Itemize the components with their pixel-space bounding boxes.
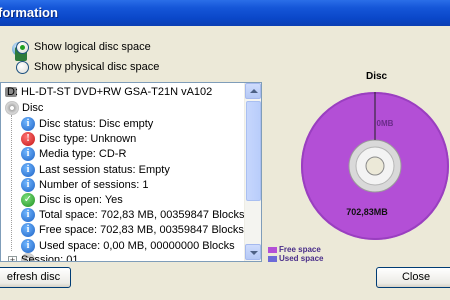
scroll-thumb[interactable]: [246, 101, 261, 201]
legend-used: Used space: [268, 254, 323, 263]
arrow-down-icon: [250, 251, 258, 255]
info-icon: i: [21, 177, 35, 192]
info-icon: i: [21, 117, 35, 131]
info-icon: i: [21, 238, 35, 253]
session-label: Session: 01: [21, 254, 79, 262]
disc-hub: [348, 139, 402, 193]
info-icon: i: [21, 223, 35, 238]
info-icon: i: [21, 208, 35, 223]
pie-slice-0: [301, 92, 449, 240]
expand-icon[interactable]: +: [8, 256, 17, 261]
ok-icon: ✓: [21, 193, 35, 207]
title-bar: formation: [0, 0, 450, 26]
scroll-down-button[interactable]: [245, 244, 261, 260]
disc-hole: [365, 156, 385, 176]
tree-connector: [11, 115, 12, 251]
chart-title: Disc: [366, 71, 388, 82]
disc-icon: [5, 101, 19, 115]
tree-scrollbar[interactable]: [244, 83, 261, 261]
disc-info-tree[interactable]: D: HL-DT-ST DVD+RW GSA-T21N vA102 Disc i…: [0, 82, 262, 262]
disc-info-dialog: Show logical disc space Show physical di…: [0, 26, 450, 300]
legend-free-label: Free space: [279, 245, 321, 254]
close-button[interactable]: Close: [376, 267, 450, 288]
tree-item-text: Disc is open: Yes: [39, 194, 123, 206]
tree-item-text: Disc type: Unknown: [39, 133, 137, 146]
legend-used-label: Used space: [279, 254, 324, 263]
drive-label: D: HL-DT-ST DVD+RW GSA-T21N vA102: [7, 86, 213, 98]
disc-label: Disc: [22, 102, 44, 114]
legend-free-swatch: [268, 246, 277, 253]
physical-space-label[interactable]: Show physical disc space: [34, 61, 159, 73]
tree-item-text: Disc status: Disc empty: [39, 118, 154, 130]
free-space-data-label: 702,83MB: [346, 207, 388, 217]
window-title: formation: [0, 5, 58, 20]
legend-used-swatch: [268, 255, 277, 262]
tree-item-text: Media type: CD-R: [39, 148, 127, 161]
info-icon: i: [21, 162, 35, 177]
tree-item-text: Total space: 702,83 MB, 00359847 Blocks: [39, 209, 245, 222]
disc-hub-inner: [355, 146, 395, 186]
tree-item-text: Free space: 702,83 MB, 00359847 Blocks: [39, 224, 244, 237]
disc-rim: [301, 92, 449, 240]
arrow-up-icon: [250, 89, 258, 93]
physical-space-radio[interactable]: [16, 61, 29, 74]
logical-space-label[interactable]: Show logical disc space: [34, 41, 151, 53]
logical-space-radio[interactable]: [16, 41, 29, 54]
used-space-data-label: 0MB: [377, 119, 394, 128]
refresh-disc-button[interactable]: efresh disc: [0, 267, 71, 288]
tree-item-text: Number of sessions: 1: [39, 178, 149, 191]
legend-free: Free space: [268, 245, 321, 254]
info-icon: i: [21, 147, 35, 162]
scroll-up-button[interactable]: [245, 83, 261, 99]
tree-item-text: Last session status: Empty: [39, 163, 170, 176]
warn-icon: !: [21, 132, 35, 147]
